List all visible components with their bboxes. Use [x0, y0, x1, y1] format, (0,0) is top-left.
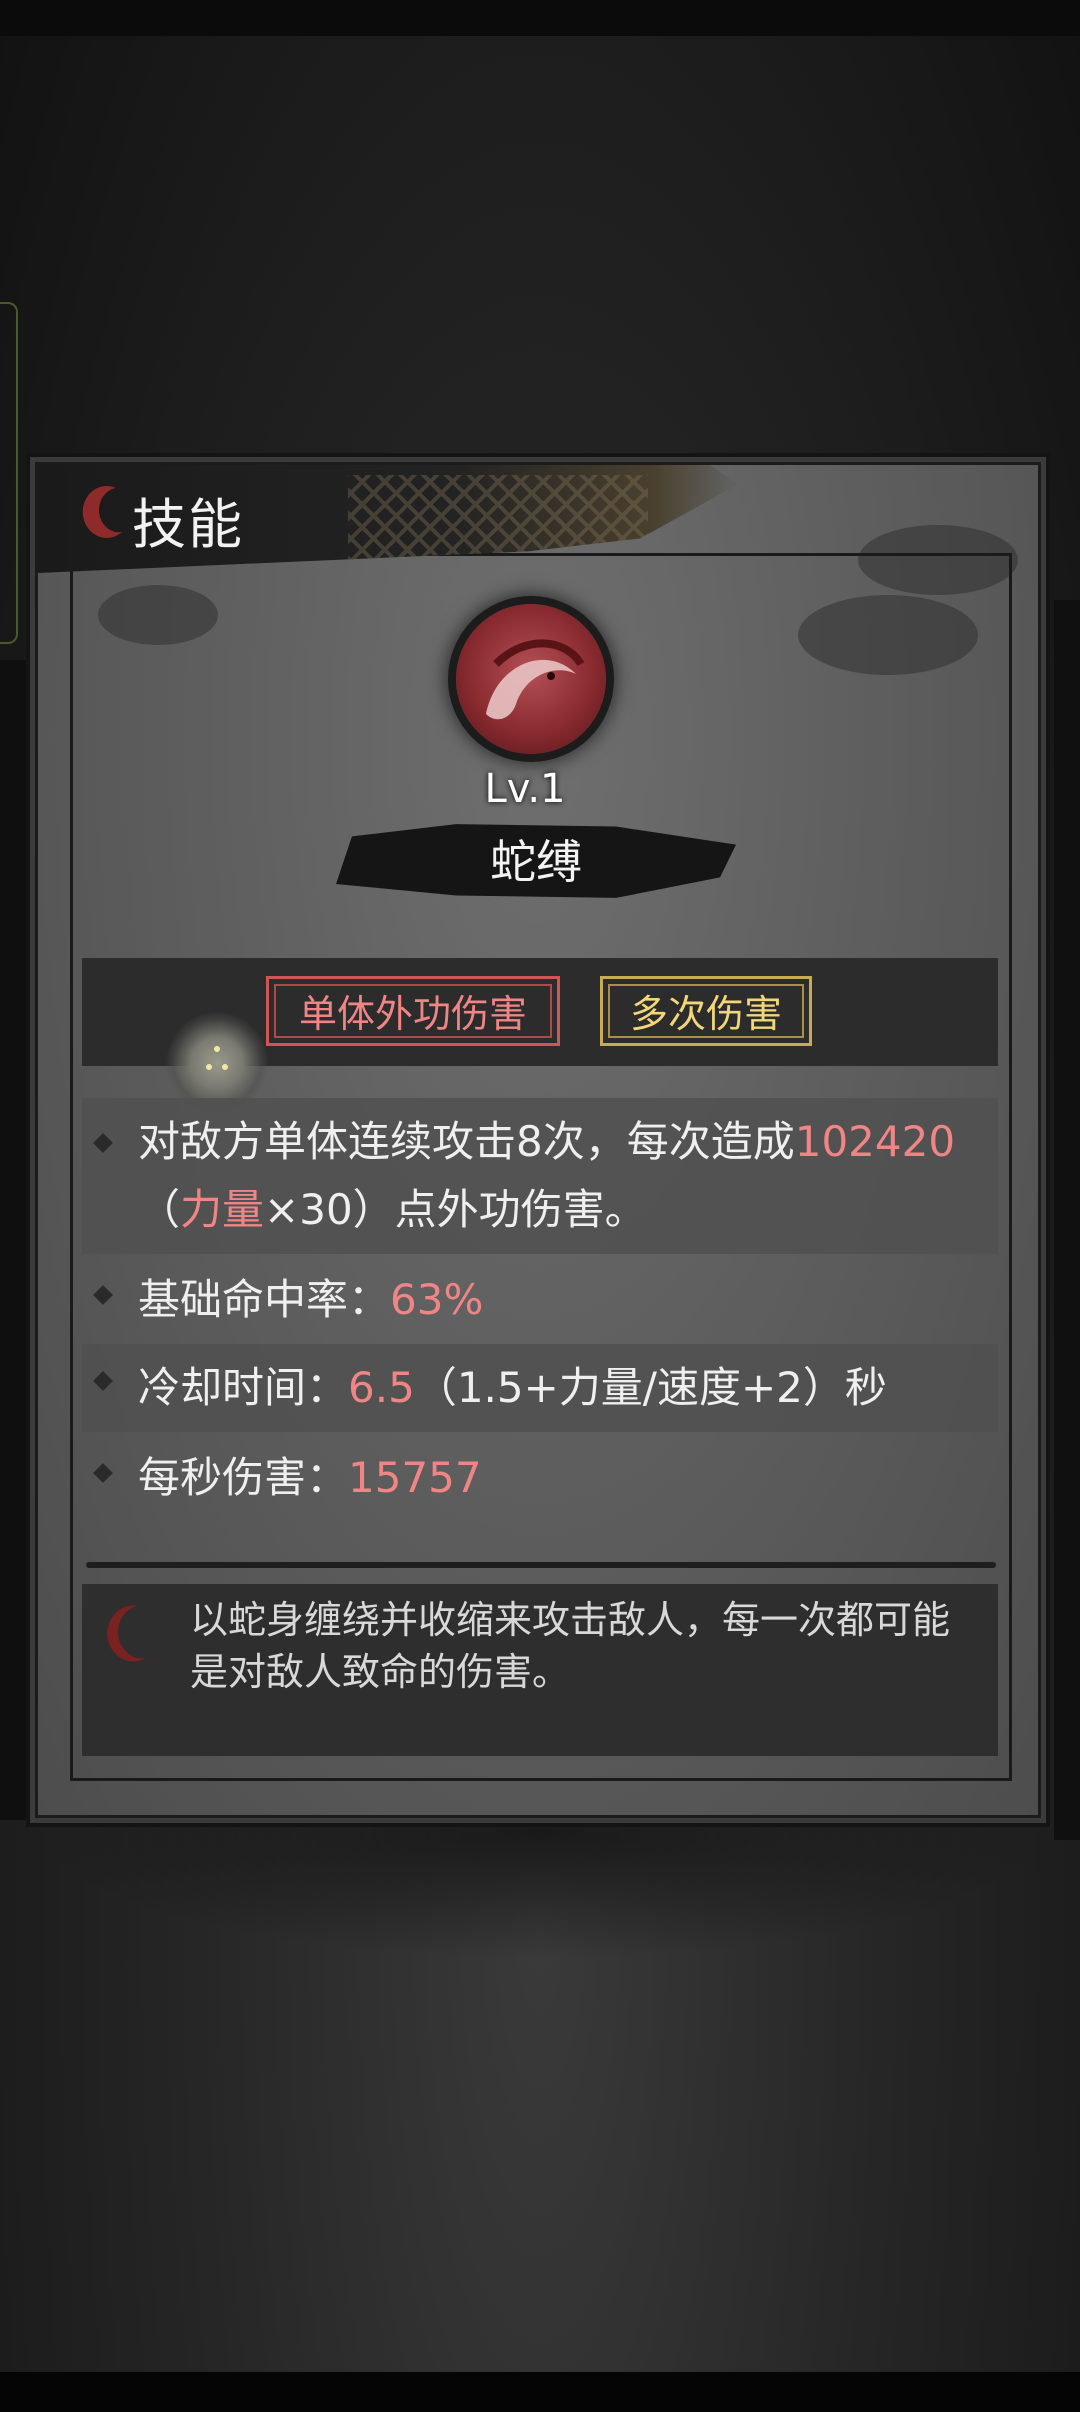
dps-text: 每秒伤害：15757	[138, 1444, 990, 1512]
hit-rate-label: 基础命中率：	[138, 1275, 391, 1324]
hit-rate-text: 基础命中率：63%	[138, 1266, 990, 1334]
cooldown-value: 6.5	[348, 1363, 415, 1412]
hit-rate-value: 63%	[390, 1275, 484, 1324]
left-border-decoration	[0, 660, 28, 1820]
dps-label: 每秒伤害：	[138, 1453, 349, 1502]
tag-multi-hit: 多次伤害	[600, 976, 812, 1046]
stat-row-dps: 每秒伤害：15757	[82, 1444, 998, 1514]
serpent-emblem-icon[interactable]	[456, 604, 606, 754]
status-bar	[0, 0, 1080, 36]
stat-row-hit-rate: 基础命中率：63%	[82, 1266, 998, 1336]
cooldown-text: 冷却时间：6.5（1.5+力量/速度+2）秒	[138, 1354, 990, 1422]
cooldown-formula: （1.5+力量/速度+2）秒	[414, 1363, 887, 1412]
attack-damage-value: 102420	[794, 1117, 956, 1166]
right-border-decoration	[1054, 600, 1080, 1840]
diamond-bullet-icon	[93, 1133, 113, 1153]
attack-description: 对敌方单体连续攻击8次，每次造成102420 （力量×30）点外功伤害。	[138, 1108, 990, 1244]
orb-dot	[222, 1064, 228, 1070]
skill-description: 以蛇身缠绕并收缩来攻击敌人，每一次都可能是对敌人致命的伤害。	[190, 1598, 951, 1694]
diamond-bullet-icon	[93, 1371, 113, 1391]
attack-paren: （	[138, 1185, 181, 1234]
skill-name: 蛇缚	[490, 835, 582, 889]
cooldown-label: 冷却时间：	[138, 1363, 349, 1412]
dps-value: 15757	[348, 1453, 482, 1502]
section-divider	[86, 1562, 996, 1568]
stat-row-attack: 对敌方单体连续攻击8次，每次造成102420 （力量×30）点外功伤害。	[82, 1098, 998, 1254]
attack-prefix: 对敌方单体连续攻击8次，每次造成	[138, 1117, 795, 1166]
crescent-emblem-icon	[82, 485, 122, 538]
navigation-bar	[0, 2372, 1080, 2412]
diamond-bullet-icon	[93, 1463, 113, 1483]
tag-single-external-damage: 单体外功伤害	[266, 976, 560, 1046]
diamond-bullet-icon	[93, 1285, 113, 1305]
skill-level: Lv.1	[484, 766, 566, 812]
stat-row-cooldown: 冷却时间：6.5（1.5+力量/速度+2）秒	[82, 1344, 998, 1432]
attack-stat: 力量	[180, 1185, 265, 1234]
orb-dot	[214, 1046, 220, 1052]
page-title: 技能	[132, 493, 244, 556]
crescent-emblem-icon	[107, 1605, 146, 1662]
skill-description-box: 以蛇身缠绕并收缩来攻击敌人，每一次都可能是对敌人致命的伤害。	[82, 1584, 998, 1756]
attack-multiplier: ×30）点外功伤害。	[264, 1185, 647, 1234]
edge-frame	[0, 302, 18, 644]
orb-dot	[206, 1064, 212, 1070]
